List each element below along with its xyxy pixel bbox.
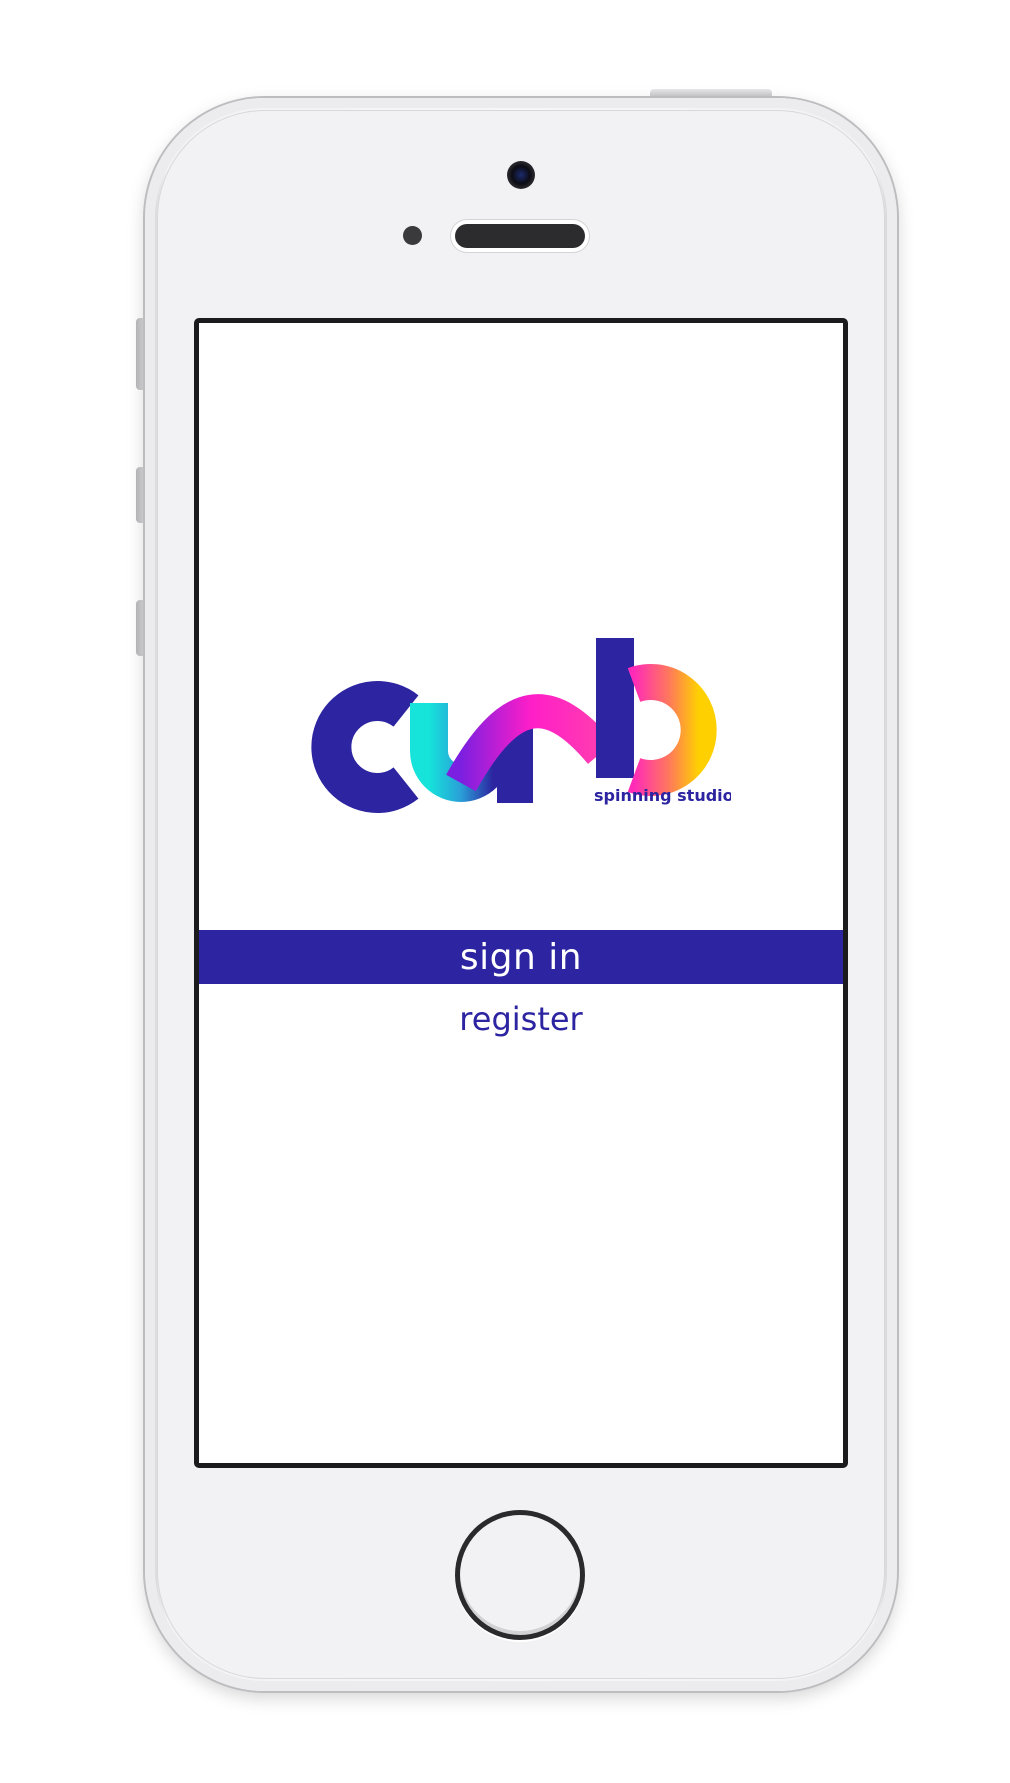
sign-in-label: sign in — [459, 936, 583, 978]
register-link[interactable]: register — [199, 1000, 843, 1038]
logo-subtitle: spinning studio — [594, 786, 731, 805]
earpiece-speaker-icon — [455, 224, 585, 248]
device-mockup: spinning studio sign in register — [0, 0, 1010, 1783]
curb-logo: spinning studio — [311, 638, 731, 813]
app-screen: spinning studio sign in register — [194, 318, 848, 1468]
sign-in-button[interactable]: sign in — [199, 930, 843, 984]
front-camera-icon — [507, 161, 535, 189]
home-button-icon[interactable] — [455, 1510, 585, 1640]
proximity-sensor-icon — [403, 226, 422, 245]
